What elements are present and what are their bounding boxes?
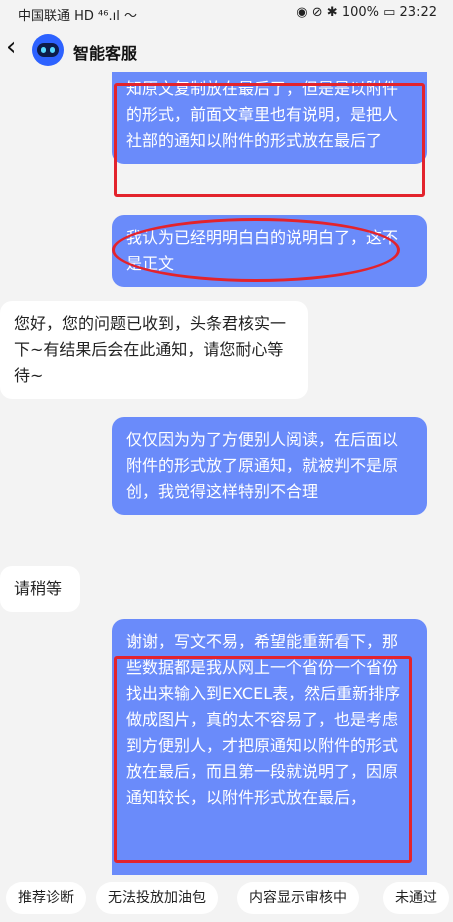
chip-cannot-buy-pack[interactable]: 无法投放加油包 xyxy=(96,882,218,914)
bot-avatar xyxy=(32,34,64,66)
chat-header: ‹ 智能客服 xyxy=(0,26,453,72)
suggestion-chips: 推荐诊断 无法投放加油包 内容显示审核中 未通过 xyxy=(0,875,453,922)
robot-eye-icon xyxy=(41,47,46,53)
chip-under-review[interactable]: 内容显示审核中 xyxy=(237,882,359,914)
user-message: 仅仅因为为了方便别人阅读，在后面以附件的形式放了原通知，就被判不是原创，我觉得这… xyxy=(112,417,427,515)
chat-area[interactable]: 知原文复制放在最后了，但是是以附件的形式，前面文章里也有说明，是把人社部的通知以… xyxy=(0,72,453,882)
highlight-box xyxy=(114,656,412,863)
bot-message: 请稍等 xyxy=(0,566,80,612)
page-title: 智能客服 xyxy=(73,44,138,63)
chip-not-approved[interactable]: 未通过 xyxy=(383,882,449,914)
carrier-info: 中国联通 HD ⁴⁶.ıl 〜 xyxy=(18,9,137,24)
status-bar: 中国联通 HD ⁴⁶.ıl 〜 ◉ ⊘ ✱ 100% ▭ 23:22 xyxy=(0,0,453,26)
robot-eye-icon xyxy=(50,47,55,53)
highlight-ellipse xyxy=(112,218,400,282)
status-indicators: ◉ ⊘ ✱ 100% ▭ 23:22 xyxy=(296,5,437,20)
robot-face-icon xyxy=(37,43,59,57)
highlight-box xyxy=(114,83,425,197)
bot-message: 您好，您的问题已收到，头条君核实一下~有结果后会在此通知，请您耐心等待~ xyxy=(0,301,308,399)
chip-recommend-diagnosis[interactable]: 推荐诊断 xyxy=(6,882,86,914)
back-icon[interactable]: ‹ xyxy=(6,32,16,62)
